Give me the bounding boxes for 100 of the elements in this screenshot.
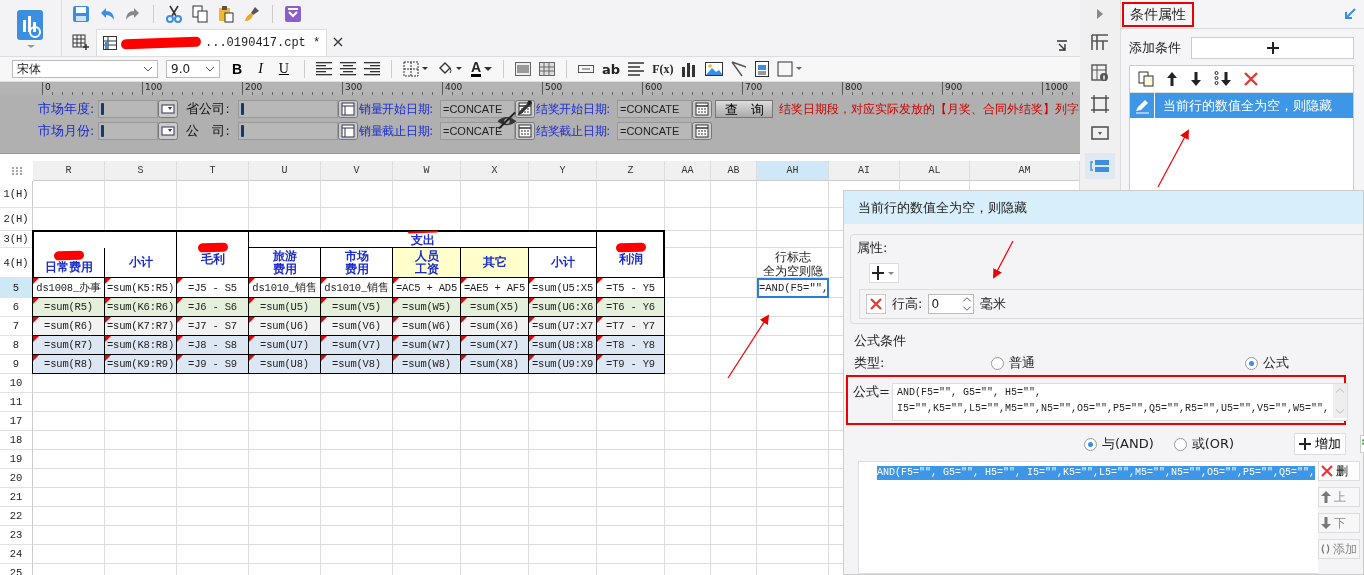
remove-attribute-button[interactable] xyxy=(866,294,886,314)
cell-attributes-icon[interactable] xyxy=(1091,33,1109,51)
text-style-button[interactable]: B xyxy=(228,61,247,77)
document-icon[interactable] xyxy=(755,61,770,77)
radio-button[interactable] xyxy=(1245,356,1258,370)
add-attribute-button[interactable] xyxy=(869,263,899,283)
parameter-field[interactable] xyxy=(238,122,338,140)
save-icon[interactable] xyxy=(72,5,90,23)
radio-button[interactable] xyxy=(1173,437,1187,451)
parameter-field[interactable]: =CONCATE xyxy=(440,100,515,118)
spinner-icon[interactable] xyxy=(961,295,974,313)
column-header[interactable]: Z xyxy=(597,161,665,181)
list-action-button[interactable]: 添加 xyxy=(1318,539,1360,559)
text-style-button[interactable]: I xyxy=(254,61,267,77)
column-header[interactable]: S xyxy=(105,161,177,181)
close-icon[interactable] xyxy=(333,37,344,47)
row-header[interactable]: 1(H) xyxy=(0,181,33,208)
column-header[interactable]: T xyxy=(177,161,249,181)
row-header[interactable]: 17 xyxy=(0,412,33,431)
type-radio[interactable]: 普通 xyxy=(991,354,1245,372)
logic-radio[interactable]: 与(AND) xyxy=(1084,435,1154,453)
dropdown-icon[interactable] xyxy=(158,100,178,118)
dropdown-widget-icon[interactable] xyxy=(1091,126,1109,140)
collapse-icon[interactable] xyxy=(1056,39,1068,51)
text-style-button[interactable]: U xyxy=(274,61,293,77)
cut-icon[interactable] xyxy=(165,5,183,23)
row-header[interactable]: 24 xyxy=(0,545,33,564)
selected-cell[interactable]: =AND(F5="", xyxy=(757,278,829,298)
file-tab[interactable]: ...0190417.cpt * xyxy=(96,29,328,56)
parameter-field[interactable] xyxy=(98,100,158,118)
column-header[interactable]: W xyxy=(393,161,461,181)
column-header[interactable]: AI xyxy=(829,161,900,181)
column-header[interactable]: AA xyxy=(665,161,711,181)
parameter-field[interactable]: =CONCATE xyxy=(440,122,515,140)
form-icon[interactable] xyxy=(284,5,302,23)
row-header[interactable]: 10 xyxy=(0,374,33,393)
align-right-icon[interactable] xyxy=(363,62,380,76)
logic-radio[interactable]: 或(OR) xyxy=(1173,435,1235,453)
copy-icon[interactable] xyxy=(191,5,209,23)
row-header[interactable]: 5 xyxy=(0,278,33,298)
column-header[interactable]: Y xyxy=(529,161,597,181)
row-header[interactable]: 21 xyxy=(0,488,33,507)
column-header[interactable]: R xyxy=(33,161,105,181)
merge-cells-icon[interactable] xyxy=(515,62,532,76)
new-sheet-icon[interactable] xyxy=(72,33,90,51)
column-header[interactable]: U xyxy=(249,161,321,181)
add-button[interactable]: 增加 xyxy=(1294,433,1347,455)
font-select[interactable]: 宋体 xyxy=(12,60,158,78)
align-left-icon[interactable] xyxy=(315,62,332,76)
tree-select-icon[interactable] xyxy=(338,100,358,118)
parameter-field[interactable] xyxy=(98,122,158,140)
column-header[interactable]: X xyxy=(461,161,529,181)
tree-select-icon[interactable] xyxy=(338,122,358,140)
align-center-icon[interactable] xyxy=(339,62,356,76)
split-cells-icon[interactable] xyxy=(539,62,556,76)
dropdown-icon[interactable] xyxy=(158,122,178,140)
text-field-icon[interactable] xyxy=(578,65,595,73)
text-tool-button[interactable]: ab xyxy=(602,61,621,77)
column-header[interactable]: AB xyxy=(711,161,757,181)
move-to-bottom-icon[interactable] xyxy=(1214,71,1232,87)
row-header[interactable]: 19 xyxy=(0,450,33,469)
frame-icon[interactable] xyxy=(777,61,804,77)
row-header[interactable]: 2(H) xyxy=(0,208,33,231)
list-action-button[interactable]: 删 xyxy=(1318,461,1360,481)
paste-icon[interactable] xyxy=(217,5,235,23)
bar-chart-icon[interactable] xyxy=(681,61,698,77)
row-header[interactable]: 11 xyxy=(0,393,33,412)
info-grid-icon[interactable] xyxy=(1091,64,1109,82)
paragraph-icon[interactable] xyxy=(628,62,645,76)
type-radio[interactable]: 公式 xyxy=(1245,354,1289,372)
arrow-up-icon[interactable] xyxy=(1166,71,1178,87)
scrollbar[interactable] xyxy=(1333,384,1347,418)
column-header[interactable]: V xyxy=(321,161,393,181)
formula-button[interactable]: F(x) xyxy=(652,61,674,77)
expand-icon[interactable] xyxy=(1096,8,1104,20)
row-header[interactable]: 22 xyxy=(0,507,33,526)
condition-attributes-tab[interactable] xyxy=(1085,153,1115,179)
arrow-down-icon[interactable] xyxy=(1190,71,1202,87)
border-icon[interactable] xyxy=(402,61,429,77)
font-color-button[interactable]: A xyxy=(470,61,493,77)
row-header[interactable]: 20 xyxy=(0,469,33,488)
line-icon[interactable] xyxy=(731,61,748,77)
column-header[interactable]: AM xyxy=(970,161,1080,181)
list-action-button[interactable]: 上 xyxy=(1318,487,1360,507)
brush-icon[interactable] xyxy=(243,5,261,23)
formula-field[interactable]: AND(F5="", G5="", H5="", I5="",K5="",L5="",M5="",N5="",O5="",P5="",Q5="",R5="",U5="",V5="",W5="", xyxy=(891,383,1348,421)
column-header[interactable]: AL xyxy=(900,161,970,181)
delete-icon[interactable] xyxy=(1244,72,1258,86)
list-action-button[interactable]: 下 xyxy=(1318,513,1360,533)
column-header[interactable]: AH xyxy=(757,161,829,181)
font-size-select[interactable]: 9.0 xyxy=(166,60,220,78)
row-header[interactable]: 3(H) xyxy=(0,231,33,248)
row-height-field[interactable]: 0 xyxy=(928,294,975,314)
query-button[interactable]: 查 询 xyxy=(715,100,773,118)
copy-icon[interactable] xyxy=(1138,71,1154,87)
crop-frame-icon[interactable] xyxy=(1091,95,1109,113)
parameter-field[interactable]: =CONCATE xyxy=(617,122,692,140)
radio-button[interactable] xyxy=(1084,437,1097,451)
radio-button[interactable] xyxy=(991,356,1004,370)
parameter-field[interactable]: =CONCATE xyxy=(617,100,692,118)
